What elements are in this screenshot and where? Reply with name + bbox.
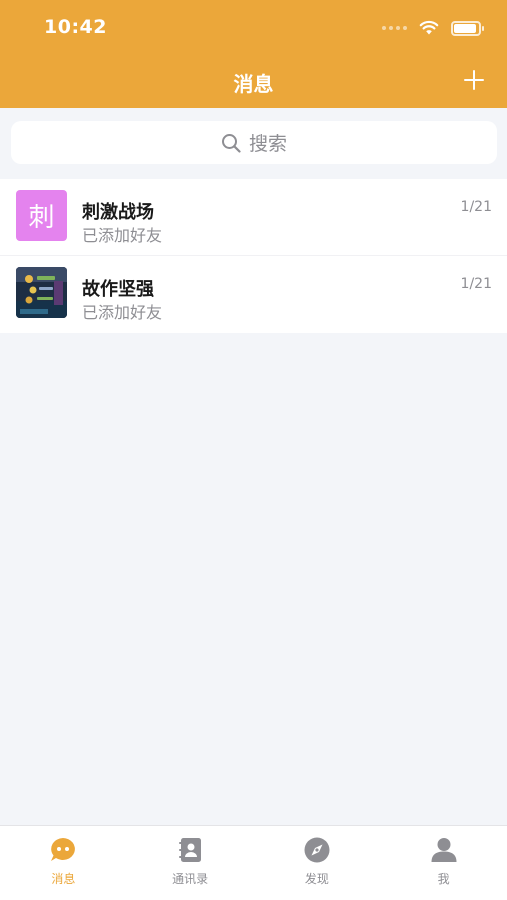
contacts-book-icon bbox=[179, 838, 202, 862]
avatar: 刺 bbox=[16, 190, 67, 241]
add-button[interactable] bbox=[463, 69, 485, 91]
page-title: 消息 bbox=[233, 72, 274, 96]
search-section: 搜索 bbox=[0, 108, 507, 178]
game-screenshot-image bbox=[16, 267, 67, 318]
chat-subtitle: 已添加好友 bbox=[82, 226, 163, 245]
person-icon bbox=[431, 838, 457, 862]
chat-list-item[interactable]: 故作坚强 已添加好友 1/21 bbox=[0, 256, 507, 333]
search-input[interactable]: 搜索 bbox=[11, 121, 497, 164]
tab-messages[interactable]: 消息 bbox=[0, 826, 127, 900]
tab-label: 消息 bbox=[51, 872, 76, 886]
search-placeholder: 搜索 bbox=[248, 133, 287, 155]
chat-name: 刺激战场 bbox=[82, 202, 154, 223]
battery-icon bbox=[451, 20, 484, 36]
chat-date: 1/21 bbox=[460, 199, 492, 215]
chat-date: 1/21 bbox=[460, 276, 492, 292]
nav-header: 10:42 消息 bbox=[0, 0, 507, 108]
tab-label: 通讯录 bbox=[172, 872, 209, 886]
chat-name: 故作坚强 bbox=[82, 279, 154, 300]
chat-subtitle: 已添加好友 bbox=[82, 303, 163, 322]
avatar bbox=[16, 267, 67, 318]
wifi-icon bbox=[419, 20, 439, 35]
tab-bar: 消息 通讯录 发现 我 bbox=[0, 825, 507, 900]
tab-label: 我 bbox=[437, 872, 450, 886]
tab-discover[interactable]: 发现 bbox=[254, 826, 381, 900]
cellular-signal-icon bbox=[382, 26, 407, 30]
status-icons bbox=[382, 18, 484, 38]
battery-level bbox=[454, 23, 477, 33]
chat-bubble-icon bbox=[51, 838, 76, 861]
avatar-letter: 刺 bbox=[28, 203, 55, 233]
compass-icon bbox=[304, 837, 330, 863]
status-time: 10:42 bbox=[44, 16, 107, 38]
tab-contacts[interactable]: 通讯录 bbox=[127, 826, 254, 900]
tab-label: 发现 bbox=[304, 872, 329, 886]
chat-list: 刺 刺激战场 已添加好友 1/21 故作坚强 已添加好友 1/21 bbox=[0, 179, 507, 333]
tab-me[interactable]: 我 bbox=[380, 826, 507, 900]
search-icon bbox=[221, 133, 241, 153]
chat-list-item[interactable]: 刺 刺激战场 已添加好友 1/21 bbox=[0, 179, 507, 256]
